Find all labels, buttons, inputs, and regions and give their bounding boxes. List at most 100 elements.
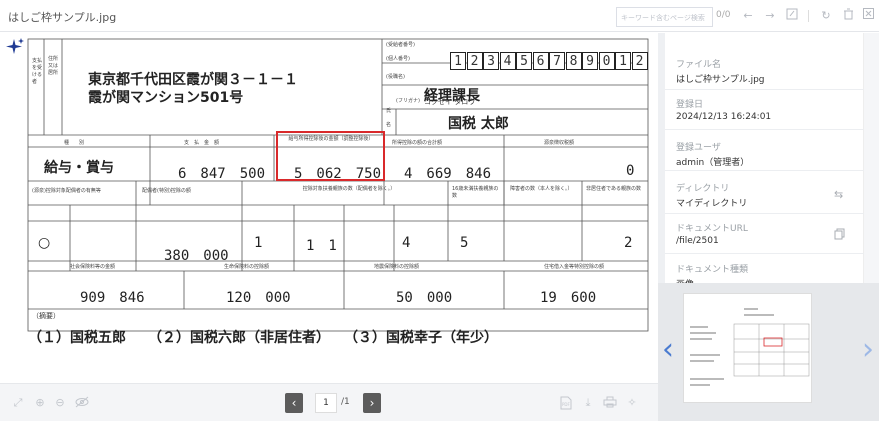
name-value: 国税 太郎 [448, 116, 509, 132]
divider [665, 89, 864, 90]
summary-item-1: （１）国税五郎 [28, 330, 126, 346]
disabled-label: 障害者の数（本人を除く。） [510, 186, 573, 192]
personal-number-digit: 3 [483, 52, 499, 70]
pdf-icon[interactable]: PDF [558, 396, 574, 410]
personal-number-digit: 9 [582, 52, 598, 70]
prev-page-button[interactable]: ‹ [285, 393, 303, 413]
total-deduct-value: 4 669 846 [404, 166, 492, 182]
thumbnail-next-icon[interactable]: › [862, 335, 874, 365]
amount-value: 6 847 500 [178, 166, 266, 182]
summary-item-2: （２）国税六郎（非居住者） [148, 330, 330, 346]
insurance-label: 社会保険料等の金額 [70, 264, 116, 270]
home-loan-label: 住宅借入金等特別控除の額 [544, 264, 605, 270]
download-icon[interactable]: ⤓ [580, 396, 596, 410]
nonresident-count: 2 [624, 235, 633, 251]
document-page: 支払を受ける者 住所又は居所 東京都千代田区霞が関３－１－１ 霞が関マンション5… [4, 35, 654, 379]
document-viewport[interactable]: 支払を受ける者 住所又は居所 東京都千代田区霞が関３－１－１ 霞が関マンション5… [0, 33, 658, 383]
field-directory: ディレクトリ マイディレクトリ [676, 181, 856, 209]
furigana-label: (フリガナ) [396, 98, 420, 104]
page-search-input[interactable]: キーワード含むページ検索 [616, 7, 713, 27]
under16-label: 16歳未満扶養親族の数 [452, 186, 499, 199]
divider [665, 129, 864, 130]
personal-number-digit: 1 [615, 52, 631, 70]
page-thumbnail[interactable] [683, 293, 812, 403]
next-hit-icon[interactable]: → [762, 8, 778, 24]
viewer-bottom-bar: ⤢ ⊕ ⊖ ‹ 1 /1 › PDF ⤓ ✧ [0, 383, 658, 421]
col-tax-header: 源泉徴収税額 [544, 140, 575, 146]
summary-label: （摘要） [32, 312, 60, 320]
life-insurance-label: 生命保険料の控除額 [224, 264, 270, 270]
quake-insurance-label: 地震保険料の控除額 [374, 264, 420, 270]
divider [665, 253, 864, 254]
print-icon[interactable] [602, 396, 618, 410]
personal-number-digit: 1 [450, 52, 466, 70]
directory-value: マイディレクトリ [676, 199, 748, 209]
top-toolbar: はしご枠サンプル.jpg キーワード含むページ検索 0/0 ← → ↻ [0, 0, 879, 32]
filename-label: ファイル名 [676, 60, 722, 70]
spouse-special-value: 380 000 [164, 248, 229, 264]
trash-icon[interactable] [840, 8, 856, 24]
field-url: ドキュメントURL /file/2501 [676, 221, 856, 246]
file-title: はしご枠サンプル.jpg [8, 11, 117, 24]
home-loan-value: 19 600 [540, 290, 597, 306]
prev-hit-icon[interactable]: ← [740, 8, 756, 24]
kind-label: ドキュメント種類 [676, 265, 749, 275]
zoom-out-icon[interactable]: ⊖ [52, 396, 68, 410]
field-user: 登録ユーザ admin（管理者） [676, 140, 856, 168]
zoom-in-icon[interactable]: ⊕ [32, 396, 48, 410]
page-number-input[interactable]: 1 [315, 393, 337, 413]
personal-number-digit: 0 [598, 52, 615, 70]
personal-number-digit: 4 [499, 52, 516, 70]
sparkle-icon [6, 38, 24, 54]
quake-insurance-value: 50 000 [396, 290, 453, 306]
url-value: /file/2501 [676, 236, 719, 246]
type-value: 給与・賞与 [44, 160, 114, 176]
name-label-2: 名 [386, 122, 392, 128]
insurance-value: 909 846 [80, 290, 145, 306]
date-value: 2024/12/13 16:24:01 [676, 112, 772, 122]
col-total-deduct-header: 所得控除の額の合計額 [392, 140, 443, 146]
field-date: 登録日 2024/12/13 16:24:01 [676, 97, 856, 122]
address-line-1: 東京都千代田区霞が関３－１－１ [88, 72, 298, 88]
elderly-count: 1 1 [306, 238, 337, 254]
divider [665, 213, 864, 214]
fit-screen-icon[interactable]: ⤢ [10, 396, 26, 410]
divider [665, 170, 864, 171]
copy-icon[interactable] [834, 228, 845, 243]
personal-number-label: (個人番号) [386, 56, 410, 62]
pin-icon[interactable]: ✧ [624, 396, 640, 410]
personal-number-digit: 2 [631, 52, 648, 70]
spouse-mark: ○ [38, 235, 51, 251]
filename-value: はしご枠サンプル.jpg [676, 75, 765, 85]
toolbar-divider [808, 10, 809, 22]
spouse-special-label: 配偶者(特別)控除の額 [142, 188, 191, 194]
user-label: 登録ユーザ [676, 143, 721, 153]
edit-icon[interactable] [784, 8, 800, 24]
page-total: /1 [341, 397, 350, 407]
personal-number-digit: 8 [565, 52, 582, 70]
address-label: 住所又は居所 [48, 56, 59, 76]
highlight-box [276, 131, 385, 181]
hide-icon[interactable] [74, 396, 90, 410]
tax-value: 0 [626, 163, 635, 179]
date-label: 登録日 [676, 100, 704, 110]
next-page-button[interactable]: › [363, 393, 381, 413]
spouse-label: (源泉)控除対象配偶者の有無等 [32, 188, 101, 194]
under16-count: 5 [460, 235, 469, 251]
close-icon[interactable] [860, 8, 876, 24]
personal-number-digit: 6 [532, 52, 549, 70]
viewer-root: はしご枠サンプル.jpg キーワード含むページ検索 0/0 ← → ↻ 支払を受… [0, 0, 879, 421]
thumbnail-prev-icon[interactable]: ‹ [662, 335, 674, 365]
refresh-icon[interactable]: ↻ [818, 8, 834, 24]
address-line-2: 霞が関マンション501号 [88, 90, 244, 106]
info-scrollbar[interactable] [864, 33, 879, 283]
name-label: 氏 [386, 108, 392, 114]
move-directory-icon[interactable]: ⇆ [834, 188, 843, 201]
col-type-header: 種 別 [64, 140, 85, 146]
personal-number-digit: 2 [466, 52, 483, 70]
position-label: (役職名) [386, 74, 405, 80]
nonresident-label: 非居住者である親族の数 [586, 186, 641, 192]
url-label: ドキュメントURL [676, 224, 748, 234]
personal-number-digit: 7 [549, 52, 565, 70]
col-amount-header: 支 払 金 額 [184, 140, 220, 146]
